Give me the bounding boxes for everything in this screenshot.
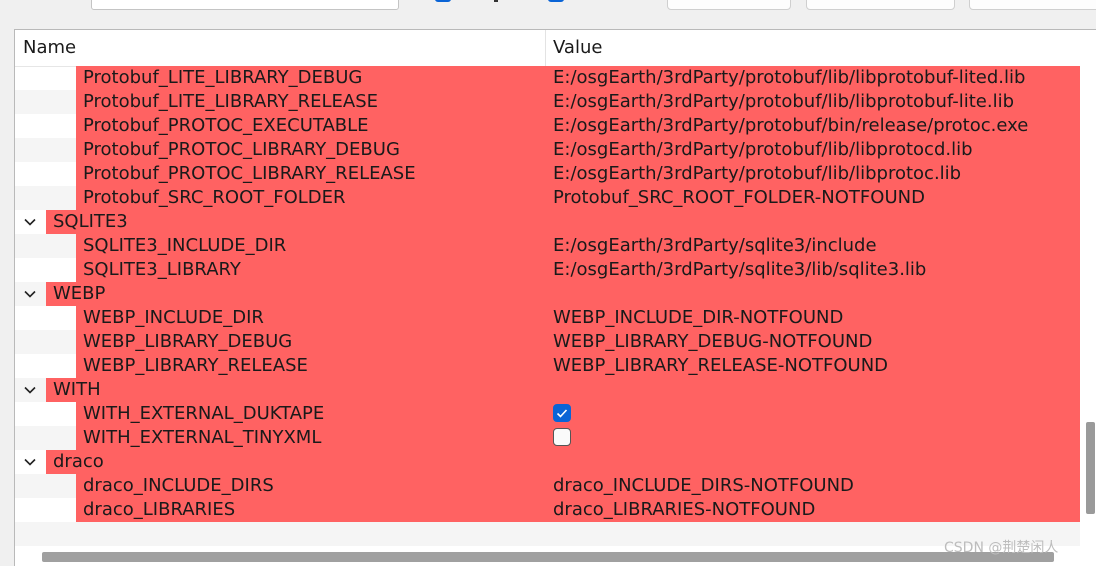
table-row[interactable]: Protobuf_PROTOC_EXECUTABLE E:/osgEarth/3r… bbox=[15, 114, 1080, 138]
variable-value[interactable]: E:/osgEarth/3rdParty/sqlite3/include bbox=[553, 234, 877, 258]
variable-name: draco_INCLUDE_DIRS bbox=[83, 475, 274, 496]
value-checkbox[interactable] bbox=[553, 428, 571, 446]
cache-variable-table: Name Value Protobuf_LITE_LIBRARY_DEBUG E:… bbox=[14, 29, 1096, 566]
table-row[interactable]: Protobuf_PROTOC_LIBRARY_RELEASE E:/osgEar… bbox=[15, 162, 1080, 186]
table-row[interactable]: Protobuf_LITE_LIBRARY_RELEASE E:/osgEarth… bbox=[15, 90, 1080, 114]
table-row[interactable]: draco_LIBRARIES draco_LIBRARIES-NOTFOUND bbox=[15, 498, 1080, 522]
variable-value[interactable]: E:/osgEarth/3rdParty/protobuf/lib/libpro… bbox=[553, 162, 961, 186]
option-row[interactable]: WITH_EXTERNAL_TINYXML bbox=[15, 426, 1080, 450]
variable-value[interactable]: WEBP_INCLUDE_DIR-NOTFOUND bbox=[553, 306, 843, 330]
add-entry-button[interactable] bbox=[667, 0, 791, 10]
chevron-down-icon[interactable] bbox=[24, 384, 36, 396]
table-row[interactable]: WEBP_LIBRARY_DEBUG WEBP_LIBRARY_DEBUG-NOT… bbox=[15, 330, 1080, 354]
advanced-checkbox[interactable] bbox=[548, 0, 564, 2]
table-row[interactable]: Protobuf_SRC_ROOT_FOLDER Protobuf_SRC_ROO… bbox=[15, 186, 1080, 210]
variable-name: SQLITE3_INCLUDE_DIR bbox=[83, 235, 287, 256]
variable-name: Protobuf_LITE_LIBRARY_DEBUG bbox=[83, 67, 363, 88]
table-row[interactable]: WEBP_LIBRARY_RELEASE WEBP_LIBRARY_RELEASE… bbox=[15, 354, 1080, 378]
variable-value[interactable]: E:/osgEarth/3rdParty/protobuf/lib/libpro… bbox=[553, 138, 973, 162]
table-row[interactable]: SQLITE3_INCLUDE_DIR E:/osgEarth/3rdParty/… bbox=[15, 234, 1080, 258]
variable-name: WEBP_LIBRARY_RELEASE bbox=[83, 355, 308, 376]
group-row[interactable]: draco bbox=[15, 450, 1080, 474]
variable-value[interactable]: E:/osgEarth/3rdParty/protobuf/lib/libpro… bbox=[553, 66, 1025, 90]
variable-name: WEBP_INCLUDE_DIR bbox=[83, 307, 264, 328]
horizontal-scrollbar[interactable] bbox=[42, 552, 1054, 562]
variable-name: WITH_EXTERNAL_TINYXML bbox=[83, 427, 322, 448]
variable-name: Protobuf_LITE_LIBRARY_RELEASE bbox=[83, 91, 379, 112]
group-row[interactable]: SQLITE3 bbox=[15, 210, 1080, 234]
group-row[interactable]: WEBP bbox=[15, 282, 1080, 306]
column-header-value[interactable]: Value bbox=[545, 30, 602, 66]
variable-value[interactable]: E:/osgEarth/3rdParty/protobuf/lib/libpro… bbox=[553, 90, 1014, 114]
group-label: SQLITE3 bbox=[53, 211, 128, 232]
table-header: Name Value bbox=[15, 30, 1080, 67]
changed-highlight bbox=[46, 378, 1080, 402]
variable-name: WITH_EXTERNAL_DUKTAPE bbox=[83, 403, 325, 424]
checkmark-icon bbox=[556, 409, 568, 418]
value-checkbox[interactable] bbox=[553, 404, 571, 422]
chevron-down-icon[interactable] bbox=[24, 456, 36, 468]
option-row[interactable]: WITH_EXTERNAL_DUKTAPE bbox=[15, 402, 1080, 426]
toolbar-label-fragment bbox=[494, 0, 498, 2]
variable-name: Protobuf_PROTOC_LIBRARY_RELEASE bbox=[83, 163, 416, 184]
group-label: draco bbox=[53, 451, 104, 472]
chevron-down-icon[interactable] bbox=[24, 288, 36, 300]
group-label: WITH bbox=[53, 379, 101, 400]
variable-name: Protobuf_PROTOC_EXECUTABLE bbox=[83, 115, 369, 136]
variable-value[interactable]: Protobuf_SRC_ROOT_FOLDER-NOTFOUND bbox=[553, 186, 925, 210]
empty-row bbox=[15, 522, 1080, 546]
remove-entry-button[interactable] bbox=[806, 0, 955, 10]
group-row[interactable]: WITH bbox=[15, 378, 1080, 402]
variable-value[interactable]: WEBP_LIBRARY_DEBUG-NOTFOUND bbox=[553, 330, 872, 354]
table-row[interactable]: Protobuf_PROTOC_LIBRARY_DEBUG E:/osgEarth… bbox=[15, 138, 1080, 162]
variable-value[interactable]: E:/osgEarth/3rdParty/protobuf/bin/releas… bbox=[553, 114, 1028, 138]
variable-value[interactable]: E:/osgEarth/3rdParty/sqlite3/lib/sqlite3… bbox=[553, 258, 926, 282]
variable-name: draco_LIBRARIES bbox=[83, 499, 236, 520]
table-row[interactable]: SQLITE3_LIBRARY E:/osgEarth/3rdParty/sqli… bbox=[15, 258, 1080, 282]
changed-highlight bbox=[46, 450, 1080, 474]
column-header-name[interactable]: Name bbox=[15, 30, 76, 66]
table-row[interactable]: draco_INCLUDE_DIRS draco_INCLUDE_DIRS-NOT… bbox=[15, 474, 1080, 498]
variable-value[interactable]: draco_LIBRARIES-NOTFOUND bbox=[553, 498, 815, 522]
search-input[interactable] bbox=[91, 0, 399, 10]
vertical-scrollbar[interactable] bbox=[1086, 422, 1095, 514]
changed-highlight bbox=[46, 210, 1080, 234]
grouped-checkbox[interactable] bbox=[435, 0, 451, 2]
group-label: WEBP bbox=[53, 283, 106, 304]
variable-name: Protobuf_PROTOC_LIBRARY_DEBUG bbox=[83, 139, 400, 160]
table-row[interactable]: Protobuf_LITE_LIBRARY_DEBUG E:/osgEarth/3… bbox=[15, 66, 1080, 90]
variable-value[interactable]: WEBP_LIBRARY_RELEASE-NOTFOUND bbox=[553, 354, 888, 378]
watermark: CSDN @荆楚闲人 bbox=[944, 540, 1059, 556]
toolbar bbox=[0, 0, 1096, 28]
variable-value[interactable]: draco_INCLUDE_DIRS-NOTFOUND bbox=[553, 474, 854, 498]
variable-name: SQLITE3_LIBRARY bbox=[83, 259, 241, 280]
changed-highlight bbox=[46, 282, 1080, 306]
environment-button[interactable] bbox=[969, 0, 1096, 10]
table-row[interactable]: WEBP_INCLUDE_DIR WEBP_INCLUDE_DIR-NOTFOUN… bbox=[15, 306, 1080, 330]
chevron-down-icon[interactable] bbox=[24, 216, 36, 228]
variable-name: WEBP_LIBRARY_DEBUG bbox=[83, 331, 293, 352]
variable-name: Protobuf_SRC_ROOT_FOLDER bbox=[83, 187, 346, 208]
